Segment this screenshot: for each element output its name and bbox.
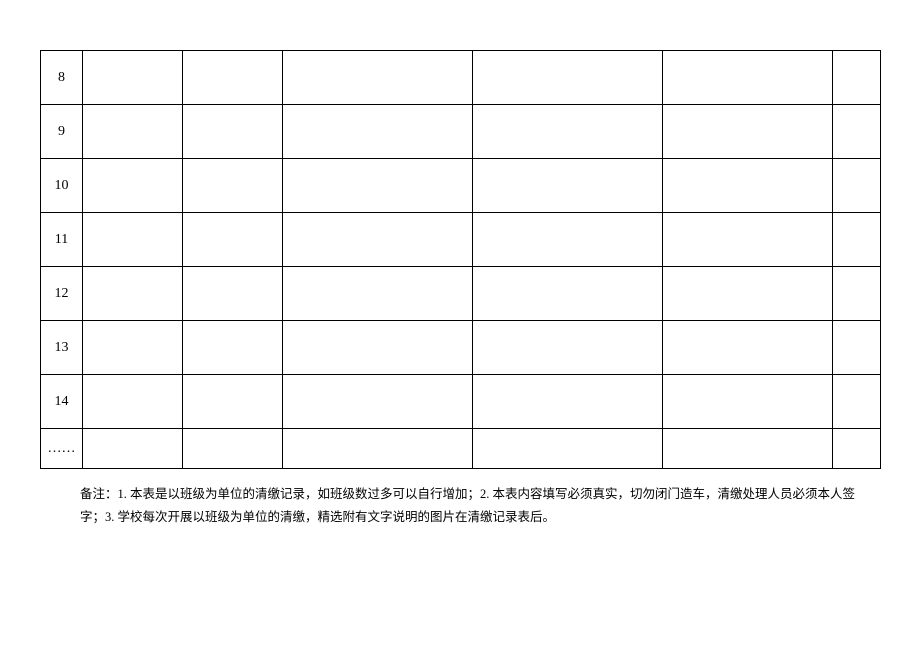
cell [83, 321, 183, 375]
table-row: 13 [41, 321, 881, 375]
cell [663, 375, 833, 429]
cell [83, 429, 183, 469]
cell [183, 213, 283, 267]
cell [283, 321, 473, 375]
cell [473, 429, 663, 469]
cell [283, 51, 473, 105]
table-row: 14 [41, 375, 881, 429]
cell [473, 51, 663, 105]
record-table: 8 9 10 [40, 50, 881, 469]
cell [183, 375, 283, 429]
row-index: 14 [41, 375, 83, 429]
cell [473, 105, 663, 159]
table-row: 8 [41, 51, 881, 105]
row-index: …… [41, 429, 83, 469]
cell [283, 213, 473, 267]
cell [473, 159, 663, 213]
cell [663, 51, 833, 105]
cell [663, 321, 833, 375]
cell [833, 105, 881, 159]
table-row: 9 [41, 105, 881, 159]
cell [83, 105, 183, 159]
cell [183, 105, 283, 159]
footnote: 备注：1. 本表是以班级为单位的清缴记录，如班级数过多可以自行增加；2. 本表内… [40, 483, 880, 529]
cell [833, 159, 881, 213]
cell [833, 375, 881, 429]
cell [833, 267, 881, 321]
cell [83, 375, 183, 429]
cell [283, 429, 473, 469]
cell [183, 267, 283, 321]
page-wrapper: 8 9 10 [0, 0, 920, 529]
cell [663, 267, 833, 321]
cell [283, 159, 473, 213]
cell [473, 375, 663, 429]
cell [183, 321, 283, 375]
table-row: 11 [41, 213, 881, 267]
cell [663, 105, 833, 159]
cell [663, 213, 833, 267]
cell [663, 159, 833, 213]
table-row: 12 [41, 267, 881, 321]
cell [283, 105, 473, 159]
cell [473, 267, 663, 321]
cell [473, 321, 663, 375]
cell [833, 51, 881, 105]
cell [183, 429, 283, 469]
table-row: …… [41, 429, 881, 469]
cell [663, 429, 833, 469]
table-row: 10 [41, 159, 881, 213]
cell [83, 267, 183, 321]
row-index: 11 [41, 213, 83, 267]
row-index: 13 [41, 321, 83, 375]
cell [183, 159, 283, 213]
row-index: 9 [41, 105, 83, 159]
cell [83, 51, 183, 105]
cell [83, 159, 183, 213]
cell [833, 321, 881, 375]
cell [183, 51, 283, 105]
row-index: 8 [41, 51, 83, 105]
cell [283, 375, 473, 429]
cell [283, 267, 473, 321]
row-index: 10 [41, 159, 83, 213]
cell [833, 213, 881, 267]
row-index: 12 [41, 267, 83, 321]
cell [833, 429, 881, 469]
cell [83, 213, 183, 267]
cell [473, 213, 663, 267]
